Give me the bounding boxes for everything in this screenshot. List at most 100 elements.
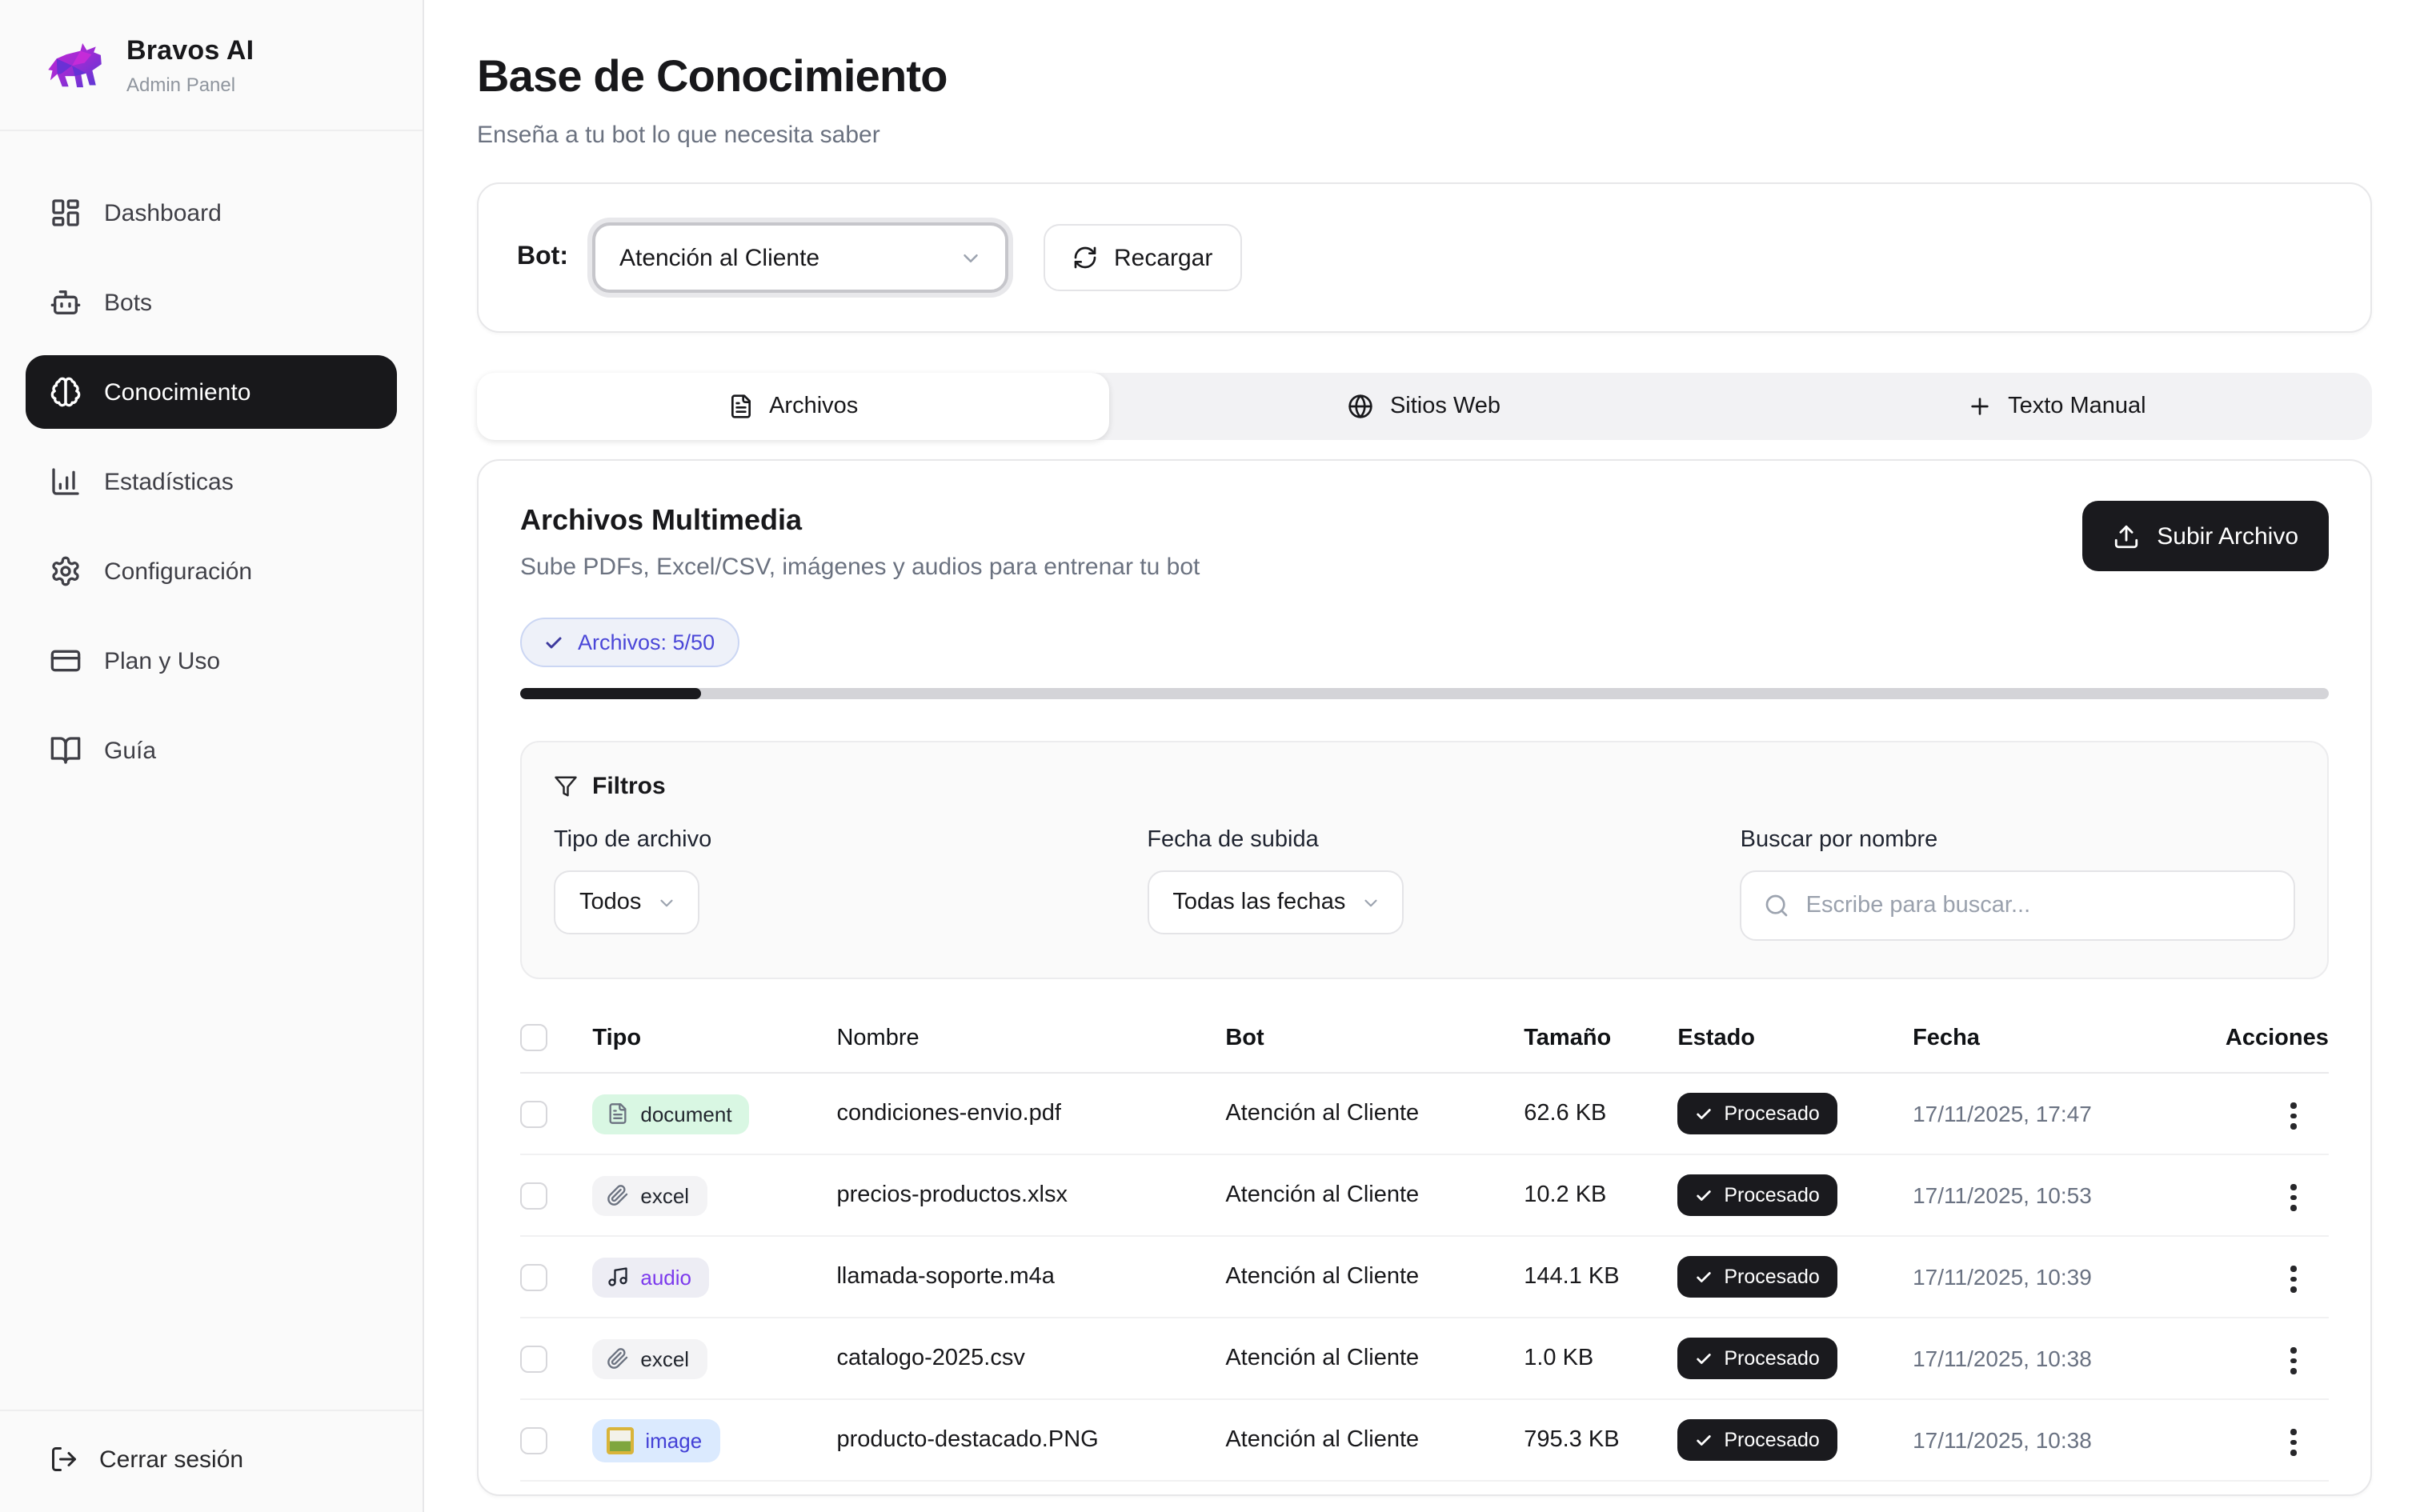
app-root: Bravos AI Admin Panel Dashboard Bots Con…	[0, 0, 2420, 1512]
search-input[interactable]	[1806, 893, 2271, 918]
quota-progress-fill	[520, 688, 701, 699]
refresh-icon	[1072, 245, 1098, 270]
status-badge: Procesado	[1677, 1338, 1837, 1379]
file-name: catalogo-2025.csv	[836, 1346, 1225, 1371]
brain-icon	[50, 376, 82, 408]
file-date: 17/11/2025, 10:53	[1913, 1182, 2202, 1208]
row-actions-menu-button[interactable]	[2282, 1174, 2306, 1220]
plus-icon	[1966, 394, 1992, 419]
chevron-down-icon	[1360, 892, 1380, 913]
logout-button[interactable]: Cerrar sesión	[0, 1410, 423, 1512]
reload-label: Recargar	[1114, 244, 1212, 271]
paperclip-icon	[607, 1347, 629, 1370]
sidebar-item-estadisticas[interactable]: Estadísticas	[26, 445, 397, 518]
file-name: condiciones-envio.pdf	[836, 1101, 1225, 1126]
filter-type-select[interactable]: Todos	[554, 870, 699, 934]
row-actions-menu-button[interactable]	[2282, 1419, 2306, 1465]
file-date: 17/11/2025, 10:38	[1913, 1427, 2202, 1453]
tab-sitios-web[interactable]: Sitios Web	[1108, 373, 1740, 440]
row-checkbox[interactable]	[520, 1345, 547, 1372]
row-checkbox[interactable]	[520, 1426, 547, 1454]
sidebar-item-label: Estadísticas	[104, 468, 234, 495]
check-icon	[1695, 1268, 1713, 1286]
tab-label: Texto Manual	[2008, 394, 2146, 419]
row-checkbox[interactable]	[520, 1100, 547, 1127]
table-row: audio llamada-soporte.m4a Atención al Cl…	[520, 1237, 2329, 1318]
file-size: 10.2 KB	[1524, 1182, 1677, 1208]
book-open-icon	[50, 734, 82, 766]
file-type-label: audio	[640, 1265, 691, 1289]
select-all-checkbox[interactable]	[520, 1024, 547, 1051]
tab-label: Archivos	[769, 394, 858, 419]
filter-date-label: Fecha de subida	[1147, 827, 1701, 853]
chevron-down-icon	[655, 892, 676, 913]
file-date: 17/11/2025, 10:38	[1913, 1346, 2202, 1371]
file-type-badge: excel	[592, 1175, 707, 1215]
row-actions-menu-button[interactable]	[2282, 1338, 2306, 1383]
sidebar-item-conocimiento[interactable]: Conocimiento	[26, 355, 397, 429]
table-row: image producto-destacado.PNG Atención al…	[520, 1400, 2329, 1482]
filter-date: Fecha de subida Todas las fechas	[1147, 827, 1701, 941]
bot-label: Bot:	[517, 243, 568, 272]
sidebar-item-label: Dashboard	[104, 199, 222, 226]
quota-badge-label: Archivos: 5/50	[578, 630, 715, 654]
file-type-label: excel	[640, 1183, 689, 1207]
header-checkbox-cell	[520, 1024, 592, 1051]
tab-label: Sitios Web	[1390, 394, 1500, 419]
main-content: Base de Conocimiento Enseña a tu bot lo …	[424, 0, 2420, 1512]
file-name: producto-destacado.PNG	[836, 1427, 1225, 1453]
table-row: excel catalogo-2025.csv Atención al Clie…	[520, 1318, 2329, 1400]
reload-button[interactable]: Recargar	[1044, 224, 1241, 291]
files-section-titles: Archivos Multimedia Sube PDFs, Excel/CSV…	[520, 501, 1200, 581]
status-label: Procesado	[1724, 1266, 1820, 1288]
files-section-title: Archivos Multimedia	[520, 504, 1200, 538]
brand-subtitle: Admin Panel	[126, 74, 254, 96]
row-actions-menu-button[interactable]	[2282, 1256, 2306, 1302]
filter-type-value: Todos	[579, 890, 641, 915]
table-row: document condiciones-envio.pdf Atención …	[520, 1074, 2329, 1155]
filters-title-row: Filtros	[554, 773, 2295, 800]
status-label: Procesado	[1724, 1102, 1820, 1125]
file-size: 62.6 KB	[1524, 1101, 1677, 1126]
sidebar-item-guia[interactable]: Guía	[26, 714, 397, 787]
filter-date-select[interactable]: Todas las fechas	[1147, 870, 1403, 934]
page-subtitle: Enseña a tu bot lo que necesita saber	[477, 122, 2372, 149]
row-actions-menu-button[interactable]	[2282, 1093, 2306, 1138]
sidebar-item-bots[interactable]: Bots	[26, 266, 397, 339]
file-type-badge: image	[592, 1418, 719, 1462]
sidebar-item-dashboard[interactable]: Dashboard	[26, 176, 397, 250]
bot-select[interactable]: Atención al Cliente	[592, 222, 1008, 293]
upload-file-button[interactable]: Subir Archivo	[2081, 501, 2329, 571]
filter-type-label: Tipo de archivo	[554, 827, 1108, 853]
file-bot: Atención al Cliente	[1225, 1427, 1524, 1453]
credit-card-icon	[50, 645, 82, 677]
file-text-icon	[727, 394, 753, 419]
status-label: Procesado	[1724, 1184, 1820, 1206]
bull-logo-icon	[38, 32, 106, 99]
tab-archivos[interactable]: Archivos	[477, 373, 1108, 440]
header-nombre: Nombre	[836, 1025, 1225, 1050]
filter-type: Tipo de archivo Todos	[554, 827, 1108, 941]
file-size: 144.1 KB	[1524, 1264, 1677, 1290]
tab-texto-manual[interactable]: Texto Manual	[1741, 373, 2372, 440]
layout-dashboard-icon	[50, 197, 82, 229]
file-bot: Atención al Cliente	[1225, 1346, 1524, 1371]
table-row: excel precios-productos.xlsx Atención al…	[520, 1155, 2329, 1237]
row-checkbox[interactable]	[520, 1263, 547, 1290]
logout-icon	[50, 1445, 78, 1474]
sidebar-item-configuracion[interactable]: Configuración	[26, 534, 397, 608]
file-bot: Atención al Cliente	[1225, 1101, 1524, 1126]
quota-badge: Archivos: 5/50	[520, 618, 739, 667]
gear-icon	[50, 555, 82, 587]
sidebar-item-label: Bots	[104, 289, 152, 316]
check-icon	[1695, 1431, 1713, 1449]
bot-select-value: Atención al Cliente	[619, 244, 819, 271]
filters-grid: Tipo de archivo Todos Fecha de subida To…	[554, 827, 2295, 941]
file-bot: Atención al Cliente	[1225, 1182, 1524, 1208]
status-badge: Procesado	[1677, 1256, 1837, 1298]
brand: Bravos AI Admin Panel	[0, 0, 423, 131]
row-checkbox[interactable]	[520, 1182, 547, 1209]
logout-label: Cerrar sesión	[99, 1446, 243, 1473]
sidebar-item-plan-y-uso[interactable]: Plan y Uso	[26, 624, 397, 698]
filter-search: Buscar por nombre	[1741, 827, 2295, 941]
